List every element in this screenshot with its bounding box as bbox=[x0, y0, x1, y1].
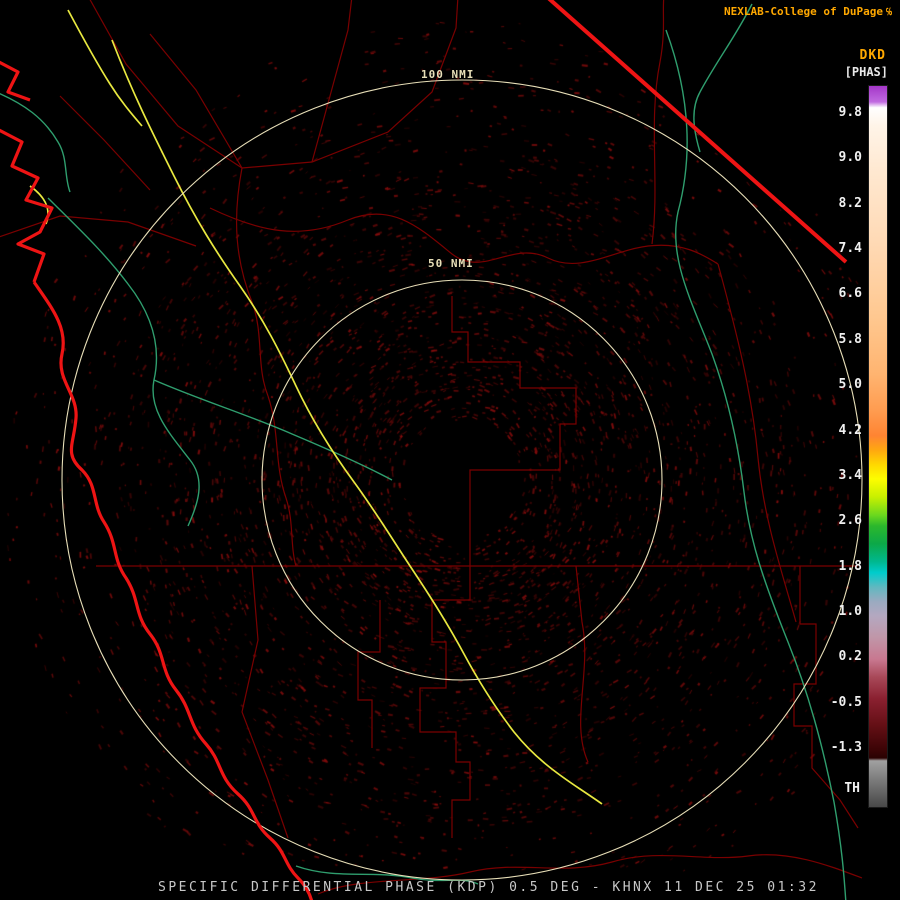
product-caption: SPECIFIC DIFFERENTIAL PHASE (KDP) 0.5 DE… bbox=[158, 880, 819, 895]
colorbar-tick-label: 4.2 bbox=[838, 422, 862, 438]
colorbar-tick-label: 9.8 bbox=[838, 105, 862, 120]
colorbar-tick-label: 6.6 bbox=[838, 286, 862, 302]
state-boundaries bbox=[0, 0, 848, 900]
colorbar-tick-label: 5.8 bbox=[838, 331, 862, 347]
colorbar-tick-label: 9.0 bbox=[838, 150, 862, 166]
base-map bbox=[0, 0, 863, 900]
colorbar-tick-label: 7.4 bbox=[838, 241, 862, 257]
product-code-label: DKD bbox=[859, 48, 886, 63]
colorbar-ticks: 9.8 9.0 8.2 7.4 6.6 5.8 5.0 4.2 3.4 2.6 1.8 1.0 0.2 -… bbox=[802, 0, 862, 900]
range-ring-label-100nmi: 100 NMI bbox=[421, 68, 475, 81]
colorbar-tick-label: 1.8 bbox=[838, 558, 862, 574]
colorbar-gradient bbox=[868, 85, 888, 808]
radar-display: 100 NMI 50 NMI NEXLAB-College of DuPage ℅… bbox=[0, 0, 900, 900]
cod-logo-icon: ℅ bbox=[885, 7, 892, 18]
range-ring-label-50nmi: 50 NMI bbox=[428, 257, 474, 270]
colorbar-tick-label: 3.4 bbox=[838, 467, 862, 483]
highways bbox=[29, 9, 603, 805]
colorbar-tick-label: -0.5 bbox=[830, 694, 862, 710]
colorbar-threshold-label: TH bbox=[844, 781, 860, 796]
colorbar-tick-label: 2.6 bbox=[838, 513, 862, 529]
colorbar-tick-label: 1.0 bbox=[838, 603, 862, 619]
colorbar-tick-label: -1.3 bbox=[830, 740, 862, 756]
colorbar-tick-label: 8.2 bbox=[838, 195, 862, 211]
rivers bbox=[0, 3, 847, 900]
colorbar-tick-label: 0.2 bbox=[838, 649, 862, 665]
colorbar-tick-label: 5.0 bbox=[838, 377, 862, 393]
county-boundaries bbox=[0, 0, 863, 895]
